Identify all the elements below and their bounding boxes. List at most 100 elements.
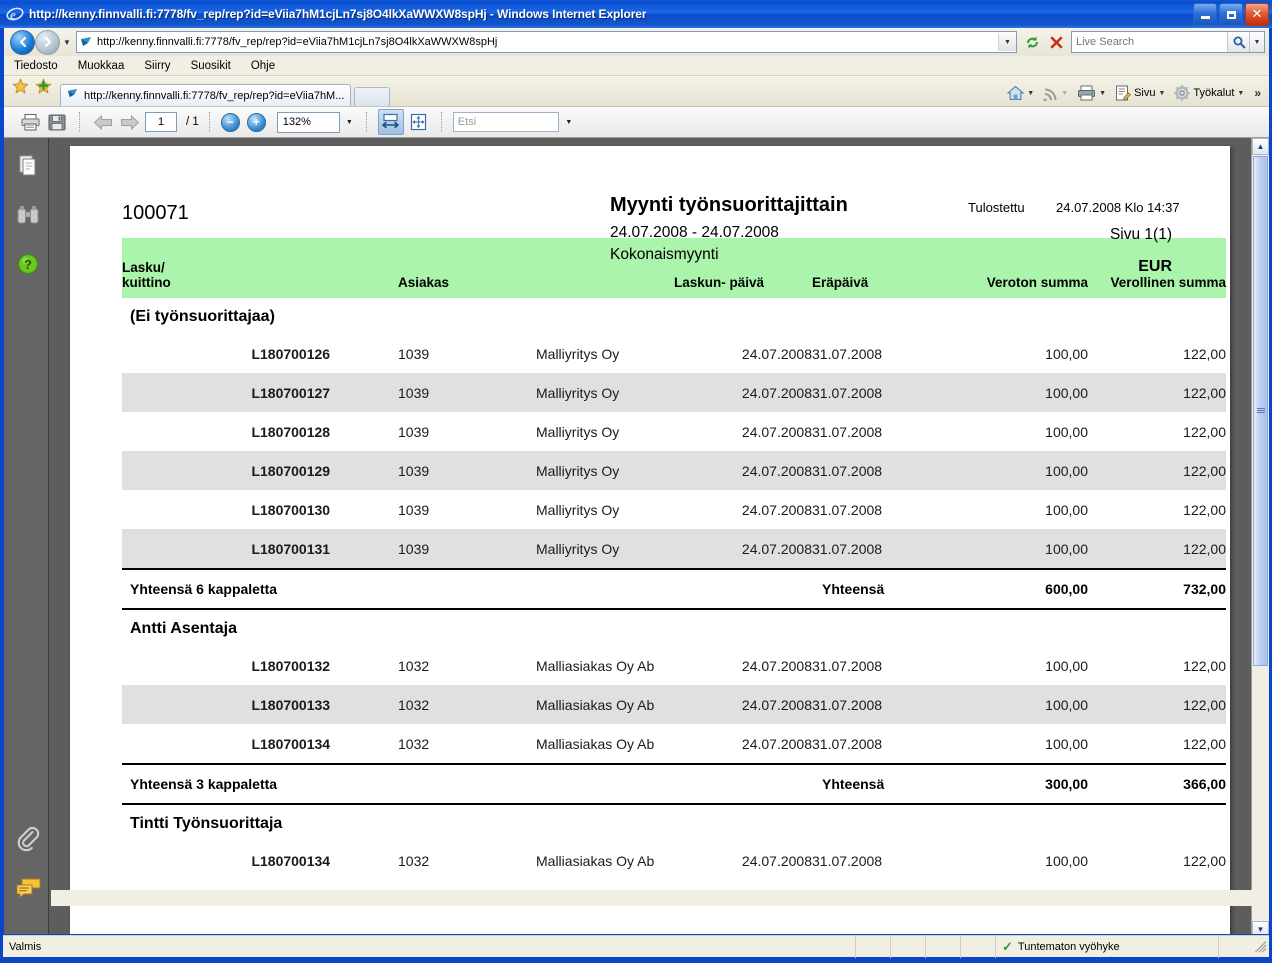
menu-item-siirry[interactable]: Siirry [144, 60, 170, 72]
scroll-thumb[interactable] [1253, 156, 1268, 666]
row-customer-id: 1039 [398, 373, 536, 412]
horizontal-scroll-area[interactable] [51, 890, 1256, 906]
search-dropdown-icon[interactable]: ▼ [1249, 32, 1264, 52]
menu-item-tiedosto[interactable]: Tiedosto [14, 60, 58, 72]
page-menu-label: Sivu [1134, 87, 1156, 99]
tools-menu-button[interactable]: Työkalut ▼ [1171, 83, 1247, 103]
print-button[interactable]: ▼ [1074, 83, 1109, 103]
print-caret-icon[interactable]: ▼ [1099, 90, 1106, 97]
home-caret-icon[interactable]: ▼ [1027, 90, 1034, 97]
row-net-sum: 100,00 [1045, 423, 1088, 440]
scroll-grip-icon [1256, 408, 1265, 414]
row-invoice-number: 180700130 [260, 501, 331, 518]
page-menu-button[interactable]: Sivu ▼ [1112, 83, 1168, 103]
row-invoice-number: 180700128 [260, 423, 331, 440]
status-security-zone[interactable]: ✓ Tuntematon vyöhyke [996, 935, 1219, 958]
scroll-down-arrow[interactable]: ▼ [1252, 921, 1269, 934]
pdf-find-caret-icon[interactable]: ▼ [562, 113, 576, 131]
new-tab-button[interactable] [354, 87, 391, 106]
row-type: L [122, 685, 260, 724]
row-due-date: 31.07.2008 [812, 735, 883, 752]
home-button[interactable]: ▼ [1004, 83, 1037, 103]
menu-item-suosikit[interactable]: Suosikit [191, 60, 231, 72]
col-invoice-date-line1: Laskun- [674, 275, 726, 290]
row-type: L [122, 529, 260, 569]
close-button[interactable]: ✕ [1245, 3, 1269, 26]
history-dropdown-icon[interactable]: ▼ [60, 38, 74, 47]
pdf-page-total: / 1 [186, 116, 199, 128]
minimize-button[interactable] [1193, 3, 1217, 26]
pdf-save-button[interactable] [45, 110, 69, 134]
row-net-sum: 100,00 [1045, 735, 1088, 752]
stop-button[interactable] [1045, 31, 1067, 53]
row-type: L [122, 451, 260, 490]
back-button[interactable] [10, 29, 35, 55]
vertical-scrollbar[interactable]: ▲ ▼ [1251, 138, 1269, 934]
group-name: Antti Asentaja [130, 620, 237, 637]
forward-button[interactable] [35, 29, 60, 55]
row-customer-id: 1032 [398, 657, 430, 674]
menu-item-muokkaa[interactable]: Muokkaa [78, 60, 125, 72]
pdf-fit-page-button[interactable] [407, 110, 431, 134]
tools-caret-icon[interactable]: ▼ [1237, 90, 1244, 97]
browser-tab[interactable]: http://kenny.finnvalli.fi:7778/fv_rep/re… [60, 84, 352, 106]
row-customer-id: 1032 [398, 685, 536, 724]
address-dropdown-icon[interactable]: ▼ [998, 33, 1016, 51]
col-net-sum: Veroton summa [950, 238, 1088, 298]
status-bar: Valmis ✓ Tuntematon vyöhyke [3, 935, 1269, 958]
pdf-zoom-out-button[interactable]: − [220, 112, 240, 132]
pdf-print-button[interactable] [18, 110, 42, 134]
pdf-zoom-select[interactable]: 132% [276, 111, 340, 133]
pdf-zoom-caret-icon[interactable]: ▼ [343, 113, 356, 132]
pdf-next-page-button[interactable] [118, 110, 142, 134]
table-row: L 180700130 1039 Malliyritys Oy 24.07.2008 31… [122, 490, 1226, 529]
pdf-prev-page-button[interactable] [91, 110, 115, 134]
total-word: Yhteensä [812, 763, 950, 805]
menu-item-ohje[interactable]: Ohje [251, 60, 275, 72]
row-invoice-number: 180700134 [260, 852, 331, 869]
scroll-up-arrow[interactable]: ▲ [1252, 138, 1269, 155]
search-go-icon[interactable] [1227, 32, 1249, 52]
live-search-box[interactable]: ▼ [1071, 31, 1265, 53]
overflow-chevron-icon[interactable]: » [1250, 86, 1265, 100]
table-row: L 180700134 1032 Malliasiakas Oy Ab 24.07.20… [122, 724, 1226, 764]
row-customer-id: 1039 [398, 345, 430, 362]
report-page-label: Sivu 1(1) [1109, 226, 1172, 243]
pdf-zoom-in-button[interactable]: + [246, 112, 266, 132]
row-net-sum: 100,00 [1045, 501, 1088, 518]
row-customer-name: Malliasiakas Oy Ab [536, 685, 674, 724]
total-label: Yhteensä 3 kappaletta [122, 763, 674, 805]
row-invoice-number: 180700132 [260, 657, 331, 674]
group-name: Tintti Työnsuorittaja [130, 815, 283, 832]
address-bar-row: ▼ http://kenny.finnvalli.fi:7778/fv_rep/… [4, 28, 1269, 56]
favorites-star-icon[interactable] [12, 78, 29, 100]
row-gross-sum: 122,00 [1183, 735, 1226, 752]
zone-label: Tuntematon vyöhyke [1017, 940, 1120, 953]
pages-icon[interactable] [16, 154, 40, 178]
pdf-find-input[interactable]: Etsi [452, 112, 559, 132]
resize-grip-icon[interactable] [1253, 939, 1269, 955]
col-invoice-line2: kuittino [122, 275, 171, 290]
address-input[interactable]: http://kenny.finnvalli.fi:7778/fv_rep/re… [76, 31, 1017, 53]
row-customer-id: 1032 [398, 852, 430, 869]
window-title: http://kenny.finnvalli.fi:7778/fv_rep/re… [29, 7, 647, 21]
group-total-row: Yhteensä 6 kappaletta Yhteensä 600,00 732,0… [122, 568, 1226, 610]
page-caret-icon[interactable]: ▼ [1158, 90, 1165, 97]
comments-icon[interactable] [16, 878, 41, 902]
total-net: 300,00 [950, 763, 1088, 805]
row-invoice-date: 24.07.2008 [674, 529, 812, 569]
window-controls: ✕ [1193, 3, 1269, 26]
attachment-icon[interactable] [16, 826, 40, 852]
feeds-button[interactable]: ▼ [1040, 84, 1071, 103]
refresh-button[interactable] [1021, 31, 1043, 53]
row-customer-name: Malliasiakas Oy Ab [536, 735, 655, 752]
pdf-fit-width-button[interactable] [377, 109, 404, 135]
search-input[interactable] [1072, 35, 1227, 49]
help-icon[interactable]: ? [16, 252, 40, 276]
binoculars-icon[interactable] [16, 204, 40, 228]
maximize-button[interactable] [1219, 3, 1243, 26]
pdf-page-input[interactable]: 1 [145, 112, 177, 132]
add-favorite-icon[interactable] [35, 78, 52, 100]
row-invoice-number: 180700131 [260, 529, 398, 569]
row-customer-name: Malliyritys Oy [536, 345, 620, 362]
